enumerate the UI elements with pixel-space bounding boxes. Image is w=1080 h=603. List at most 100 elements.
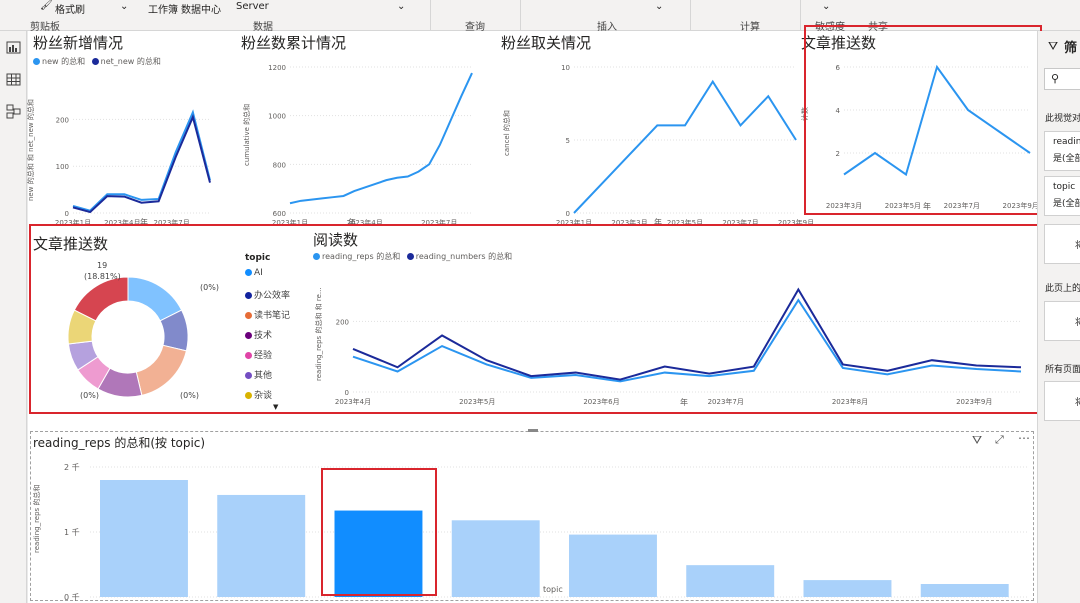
- article-line-title: 文章推送数: [801, 34, 877, 52]
- filter-card-topic[interactable]: topic 是(全部: [1044, 176, 1080, 216]
- article-line-ylabel: 计数: [801, 107, 809, 121]
- bar[interactable]: [100, 480, 188, 597]
- donut-top-label: 19: [97, 261, 108, 270]
- bar[interactable]: [217, 494, 306, 597]
- chevron-down-icon[interactable]: ⌄: [120, 1, 128, 12]
- series-line[interactable]: [72, 113, 211, 214]
- legend-item[interactable]: 办公效率: [245, 288, 290, 308]
- filter-card-field: readin: [1053, 137, 1080, 147]
- legend-item[interactable]: 经验: [245, 348, 290, 368]
- filter-funnel-icon[interactable]: ⛛: [1048, 39, 1058, 54]
- data-hub-button[interactable]: 数据中心: [181, 1, 221, 16]
- bar[interactable]: [451, 520, 540, 597]
- fans-cum-chart[interactable]: 600800100012002023年1月 2023年4月 2023年7月: [236, 51, 486, 231]
- add-data-field-label: 将: [1075, 315, 1080, 328]
- x-tick-label: 2023年5月: [667, 218, 703, 227]
- chevron-down-icon[interactable]: ⌄: [822, 1, 830, 12]
- add-data-field-well[interactable]: 将: [1044, 301, 1080, 341]
- report-view-icon[interactable]: [5, 39, 22, 56]
- bar[interactable]: [334, 510, 423, 597]
- series-line[interactable]: [352, 287, 1022, 381]
- donut-slice[interactable]: [135, 344, 187, 396]
- filter-search-box[interactable]: ⚲: [1044, 68, 1080, 90]
- ribbon: 🖌 格式刷 剪贴板 ⌄ 工作簿 数据中心 Server 数据 ⌄ 查询 插入 ⌄…: [0, 0, 1080, 33]
- fans-cancel-chart[interactable]: 0 5 10 2023年1月 2023年3月 2023年5月 2023年7月 2023年9月: [496, 51, 814, 231]
- bar[interactable]: [686, 565, 775, 597]
- legend-label: 技术: [254, 331, 273, 341]
- bar-chart[interactable]: 0 千1 千2 千办公效率AI职场读书笔记技术杂谈其他经验: [28, 451, 1033, 603]
- legend-dot: [406, 253, 414, 260]
- x-tick-label: 2023年4月: [335, 397, 371, 406]
- reading-ylabel: reading_reps 的总和 和 re...: [315, 287, 323, 381]
- legend-item[interactable]: 其他: [245, 368, 290, 388]
- server-button[interactable]: Server: [236, 1, 269, 12]
- legend-label: AI: [254, 268, 263, 278]
- legend-item[interactable]: 技术: [245, 328, 290, 348]
- add-data-field-well[interactable]: 将: [1044, 224, 1080, 264]
- article-line-chart[interactable]: 2 4 6 2023年3月 2023年5月 2023年7月 2023年9月: [800, 51, 1040, 211]
- filter-card-reading[interactable]: readin 是(全部: [1044, 131, 1080, 171]
- x-tick-label: 2023年1月: [556, 218, 592, 227]
- bar[interactable]: [920, 584, 1009, 597]
- workbook-button[interactable]: 工作簿: [148, 1, 178, 16]
- resize-handle[interactable]: [528, 429, 538, 432]
- legend-label: 经验: [254, 351, 273, 361]
- x-tick-label: 2023年6月: [583, 397, 619, 406]
- y-tick-label: 0 千: [64, 592, 80, 602]
- legend-dot: [245, 269, 252, 276]
- fans-new-chart[interactable]: 0 100 200 2023年1月 2023年4月 2023年7月: [28, 71, 228, 231]
- donut-pct-label: (0%): [80, 391, 99, 400]
- format-painter-icon[interactable]: 🖌: [40, 0, 53, 11]
- filter-card-value: 是(全部: [1053, 199, 1080, 209]
- table-view-icon[interactable]: [5, 71, 22, 88]
- legend-item[interactable]: AI: [245, 268, 290, 288]
- x-tick-label: 2023年9月: [1003, 201, 1039, 210]
- filter-card-value: 是(全部: [1053, 154, 1080, 164]
- article-line-xlabel: 年: [923, 202, 931, 211]
- bar[interactable]: [803, 580, 892, 597]
- y-tick-label: 800: [273, 161, 286, 169]
- ribbon-separator: [800, 0, 801, 31]
- y-tick-label: 0: [345, 389, 349, 397]
- y-tick-label: 2 千: [64, 462, 80, 472]
- x-tick-label: 2023年1月: [272, 218, 308, 227]
- y-tick-label: 0: [65, 210, 69, 218]
- x-tick-label: 2023年3月: [611, 218, 647, 227]
- fans-new-legend: new 的总和 net_new 的总和: [33, 56, 161, 67]
- chevron-down-icon[interactable]: ⌄: [397, 1, 405, 12]
- bar[interactable]: [569, 534, 657, 597]
- report-canvas: 粉丝新增情况 new 的总和 net_new 的总和 0 100 200 2023年1…: [27, 31, 1040, 603]
- x-tick-label: 2023年7月: [421, 218, 457, 227]
- add-data-field-well[interactable]: 将: [1044, 381, 1080, 421]
- view-switcher-rail: [0, 31, 27, 603]
- series-line[interactable]: [289, 72, 473, 205]
- series-line[interactable]: [573, 79, 797, 214]
- article-donut-chart[interactable]: [58, 261, 248, 406]
- filter-icon[interactable]: ⛛: [972, 433, 982, 448]
- legend-item-new: new 的总和: [42, 57, 86, 66]
- model-view-icon[interactable]: [5, 103, 22, 120]
- filter-pane-title: 筛: [1064, 41, 1078, 56]
- more-options-icon[interactable]: ⋯: [1018, 431, 1030, 445]
- donut-slice[interactable]: [73, 276, 129, 322]
- donut-pct-label: (0%): [200, 283, 219, 292]
- ribbon-separator: [520, 0, 521, 31]
- y-tick-label: 600: [273, 210, 286, 218]
- legend-label: 其他: [254, 371, 273, 381]
- legend-item[interactable]: 读书笔记: [245, 308, 290, 328]
- chevron-down-icon[interactable]: ⌄: [655, 1, 663, 12]
- donut-legend-title: topic: [245, 253, 271, 263]
- focus-mode-icon[interactable]: ⤢: [995, 433, 1004, 447]
- fans-cancel-xlabel: 年: [654, 218, 662, 227]
- reading-chart[interactable]: 0 200 2023年4月 2023年5月 2023年6月 2023年7月 2023年8月 2…: [313, 266, 1023, 406]
- donut-pct-label: (0%): [180, 391, 199, 400]
- legend-item[interactable]: 杂谈: [245, 388, 290, 408]
- chevron-down-icon[interactable]: ▼: [273, 403, 278, 411]
- series-line[interactable]: [843, 64, 1031, 177]
- format-painter-button[interactable]: 格式刷: [55, 1, 85, 16]
- y-tick-label: 0: [566, 210, 570, 218]
- y-tick-label: 10: [561, 64, 570, 72]
- y-tick-label: 5: [566, 137, 570, 145]
- search-icon: ⚲: [1051, 72, 1060, 85]
- y-tick-label: 200: [336, 318, 349, 326]
